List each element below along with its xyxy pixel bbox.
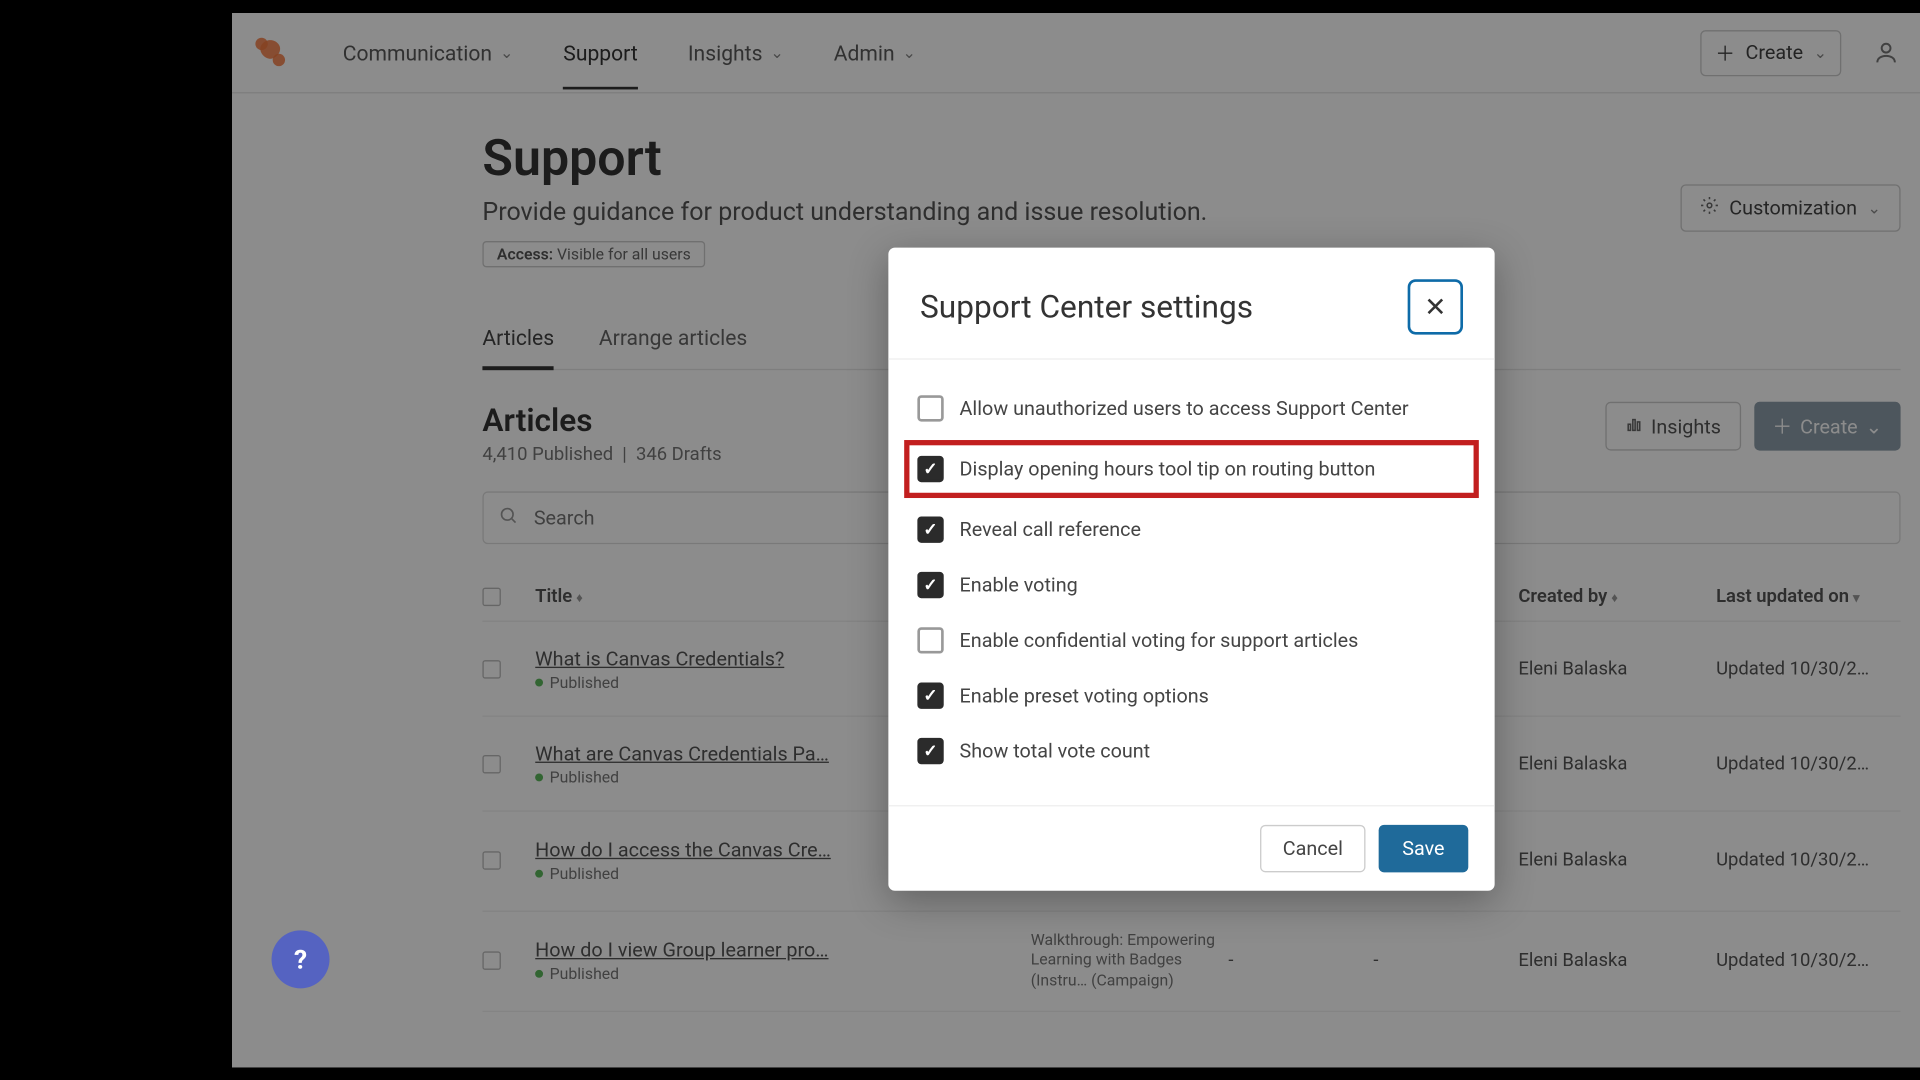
setting-row-confidential-voting[interactable]: Enable confidential voting for support a…	[917, 613, 1465, 668]
checkbox[interactable]	[917, 683, 943, 709]
support-settings-modal: Support Center settings ✕ Allow unauthor…	[888, 248, 1494, 891]
help-fab[interactable]: ?	[272, 930, 330, 988]
setting-label: Enable voting	[960, 573, 1078, 597]
setting-row-opening-hours-tooltip[interactable]: Display opening hours tool tip on routin…	[904, 440, 1479, 498]
checkbox[interactable]	[917, 516, 943, 542]
setting-label: Allow unauthorized users to access Suppo…	[960, 397, 1409, 421]
close-icon: ✕	[1424, 291, 1446, 323]
modal-title: Support Center settings	[920, 288, 1253, 325]
checkbox[interactable]	[917, 627, 943, 653]
cancel-button[interactable]: Cancel	[1260, 825, 1365, 872]
setting-label: Show total vote count	[960, 739, 1151, 763]
setting-label: Enable preset voting options	[960, 684, 1209, 708]
checkbox[interactable]	[917, 456, 943, 482]
checkbox[interactable]	[917, 395, 943, 421]
close-button[interactable]: ✕	[1408, 279, 1463, 334]
setting-row-preset-voting[interactable]: Enable preset voting options	[917, 668, 1465, 723]
setting-label: Reveal call reference	[960, 518, 1141, 542]
checkbox[interactable]	[917, 572, 943, 598]
checkbox[interactable]	[917, 738, 943, 764]
setting-label: Display opening hours tool tip on routin…	[960, 457, 1376, 481]
save-button[interactable]: Save	[1379, 825, 1469, 872]
setting-row-reveal-call-ref[interactable]: Reveal call reference	[917, 502, 1465, 557]
setting-row-enable-voting[interactable]: Enable voting	[917, 557, 1465, 612]
setting-label: Enable confidential voting for support a…	[960, 629, 1359, 653]
setting-row-total-vote-count[interactable]: Show total vote count	[917, 723, 1465, 778]
setting-row-unauthorized-access[interactable]: Allow unauthorized users to access Suppo…	[917, 381, 1465, 436]
